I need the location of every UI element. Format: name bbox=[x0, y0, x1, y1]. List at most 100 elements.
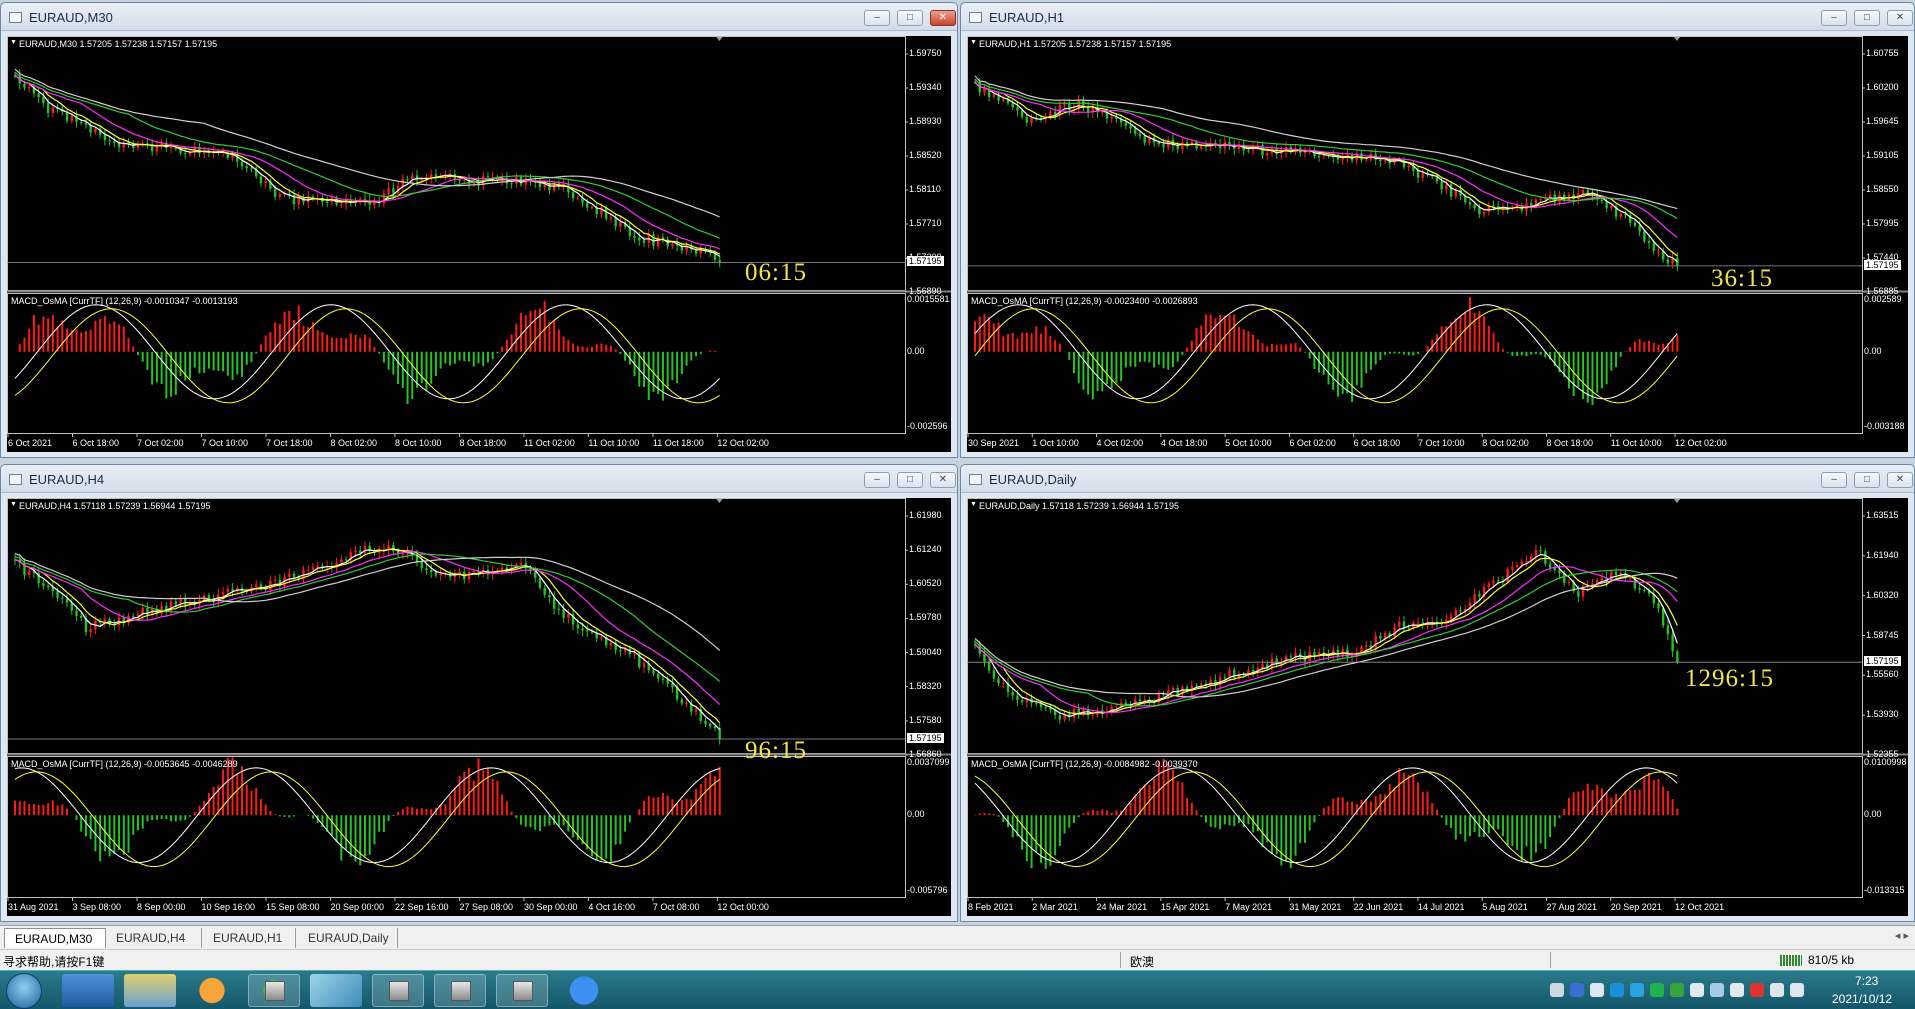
chart-window-3[interactable]: EURAUD,H4 – □ ✕ 1.61980 1.61240 1.60520 1.59780… bbox=[0, 464, 958, 922]
chart-window-1[interactable]: EURAUD,M30 – □ ✕ 1.59750 1.59340 1.58930 1.5852… bbox=[0, 2, 958, 458]
macd-histogram-bar bbox=[1096, 351, 1099, 392]
tray-icon[interactable] bbox=[1790, 983, 1804, 997]
price-scale-label: 1.59780 bbox=[909, 612, 942, 623]
macd-histogram-bar bbox=[1388, 783, 1391, 816]
macd-histogram-bar bbox=[1662, 786, 1665, 816]
price-chart[interactable]: 1.60755 1.60200 1.59645 1.59105 1.58550 1.579… bbox=[967, 36, 1908, 452]
tray-icon[interactable] bbox=[1690, 983, 1704, 997]
taskbar-notes-icon[interactable] bbox=[310, 974, 362, 1007]
macd-histogram-bar bbox=[548, 815, 551, 826]
window-title-bar[interactable]: EURAUD,H1 – □ ✕ bbox=[961, 3, 1914, 31]
collapse-triangle-icon[interactable]: ▼ bbox=[970, 501, 977, 508]
restore-icon[interactable]: □ bbox=[897, 472, 923, 488]
tray-icon[interactable] bbox=[1770, 983, 1784, 997]
taskbar-terminal-icon[interactable] bbox=[496, 974, 548, 1007]
macd-histogram-bar bbox=[534, 815, 537, 830]
price-scale-label: 1.58745 bbox=[1866, 629, 1899, 640]
tab-scroll-arrows-icon[interactable]: ◂ ▸ bbox=[1895, 929, 1909, 942]
restore-icon[interactable]: □ bbox=[1854, 10, 1880, 26]
minimize-icon[interactable]: – bbox=[864, 472, 890, 488]
time-axis-label: 10 Sep 16:00 bbox=[201, 902, 256, 912]
chart-tab[interactable]: EURAUD,H4 bbox=[106, 928, 202, 948]
tray-icon[interactable] bbox=[1630, 983, 1644, 997]
macd-histogram-bar bbox=[1384, 351, 1387, 355]
time-axis-label: 7 Oct 02:00 bbox=[136, 438, 184, 448]
macd-histogram-bar bbox=[1275, 345, 1278, 352]
macd-histogram-bar bbox=[1402, 351, 1405, 355]
taskbar-browser-icon[interactable] bbox=[186, 974, 238, 1007]
price-chart[interactable]: 1.63515 1.61940 1.60320 1.58745 1.55560 1.539… bbox=[967, 498, 1908, 916]
tray-icon[interactable] bbox=[1670, 983, 1684, 997]
taskbar-feishu-icon[interactable] bbox=[558, 974, 610, 1007]
chart-tab[interactable]: EURAUD,H1 bbox=[203, 928, 296, 948]
macd-histogram-bar bbox=[1676, 808, 1679, 816]
macd-histogram-bar bbox=[1233, 815, 1236, 826]
macd-histogram-bar bbox=[1171, 769, 1174, 816]
macd-histogram-bar bbox=[345, 338, 348, 352]
chart-window-2[interactable]: EURAUD,H1 – □ ✕ 1.60755 1.60200 1.59645 1.59105… bbox=[960, 2, 1915, 458]
macd-histogram-bar bbox=[75, 815, 78, 820]
taskbar-paint-icon[interactable] bbox=[434, 974, 486, 1007]
time-axis-label: 20 Sep 00:00 bbox=[330, 902, 385, 912]
tray-icon[interactable] bbox=[1570, 983, 1584, 997]
macd-histogram-bar bbox=[316, 330, 319, 352]
close-icon[interactable]: ✕ bbox=[930, 10, 956, 26]
collapse-triangle-icon[interactable]: ▼ bbox=[970, 39, 977, 46]
taskbar-metatrader-icon[interactable] bbox=[372, 974, 424, 1007]
minimize-icon[interactable]: – bbox=[864, 10, 890, 26]
tray-icon[interactable] bbox=[1590, 983, 1604, 997]
macd-label: MACD_OsMA [CurrTF] (12,26,9) -0.0084982 … bbox=[971, 759, 1198, 769]
macd-histogram-bar bbox=[1054, 815, 1057, 856]
macd-histogram-bar bbox=[1572, 792, 1575, 816]
time-axis-label: 30 Sep 00:00 bbox=[523, 902, 578, 912]
macd-histogram-bar bbox=[155, 351, 158, 383]
taskbar-users-icon[interactable] bbox=[124, 974, 176, 1007]
tray-icon[interactable] bbox=[1650, 983, 1664, 997]
time-axis-label: 6 Oct 18:00 bbox=[1353, 438, 1401, 448]
collapse-triangle-icon[interactable]: ▼ bbox=[10, 39, 17, 46]
clock-date[interactable]: 2021/10/12 bbox=[1832, 992, 1892, 1006]
tray-icon[interactable] bbox=[1730, 983, 1744, 997]
close-icon[interactable]: ✕ bbox=[1887, 472, 1913, 488]
macd-histogram-bar bbox=[99, 318, 102, 352]
minimize-icon[interactable]: – bbox=[1821, 472, 1847, 488]
chart-window-4[interactable]: EURAUD,Daily – □ ✕ 1.63515 1.61940 1.60320 1.58… bbox=[960, 464, 1915, 922]
restore-icon[interactable]: □ bbox=[897, 10, 923, 26]
window-title-bar[interactable]: EURAUD,H4 – □ ✕ bbox=[1, 465, 957, 493]
price-chart[interactable]: 1.61980 1.61240 1.60520 1.59780 1.59040 1.583… bbox=[7, 498, 951, 916]
tray-icon[interactable] bbox=[1710, 983, 1724, 997]
close-icon[interactable]: ✕ bbox=[1887, 10, 1913, 26]
clock-time[interactable]: 7:23 bbox=[1855, 974, 1878, 988]
window-title-bar[interactable]: EURAUD,Daily – □ ✕ bbox=[961, 465, 1914, 493]
restore-icon[interactable]: □ bbox=[1854, 472, 1880, 488]
taskbar-desktop-icon[interactable] bbox=[62, 974, 114, 1007]
chart-canvas bbox=[7, 36, 951, 437]
minimize-icon[interactable]: – bbox=[1821, 10, 1847, 26]
macd-histogram-bar bbox=[236, 351, 239, 375]
window-icon bbox=[9, 12, 22, 23]
macd-histogram-bar bbox=[1077, 815, 1080, 818]
macd-histogram-bar bbox=[453, 351, 456, 364]
macd-histogram-bar bbox=[449, 351, 452, 366]
price-chart[interactable]: 1.59750 1.59340 1.58930 1.58520 1.58110 1.577… bbox=[7, 36, 951, 452]
macd-histogram-bar bbox=[406, 806, 409, 816]
taskbar-wechat-icon[interactable] bbox=[248, 974, 300, 1007]
tray-icon[interactable] bbox=[1550, 983, 1564, 997]
macd-histogram-bar bbox=[1087, 811, 1090, 816]
tray-icon[interactable] bbox=[1750, 983, 1764, 997]
tray-icon[interactable] bbox=[1610, 983, 1624, 997]
macd-histogram-bar bbox=[28, 804, 31, 816]
time-axis-label: 7 Oct 18:00 bbox=[265, 438, 313, 448]
macd-histogram-bar bbox=[56, 805, 59, 816]
macd-histogram-bar bbox=[1483, 316, 1486, 352]
windows-start-icon[interactable] bbox=[6, 973, 42, 1009]
chart-tab[interactable]: EURAUD,M30 bbox=[4, 928, 106, 948]
moving-average-line bbox=[974, 75, 1678, 210]
chart-tab[interactable]: EURAUD,Daily bbox=[298, 928, 398, 948]
macd-histogram-bar bbox=[695, 351, 698, 357]
close-icon[interactable]: ✕ bbox=[930, 472, 956, 488]
macd-histogram-bar bbox=[1501, 349, 1504, 352]
window-title-bar[interactable]: EURAUD,M30 – □ ✕ bbox=[1, 3, 957, 31]
moving-average-line bbox=[974, 81, 1678, 263]
collapse-triangle-icon[interactable]: ▼ bbox=[10, 501, 17, 508]
